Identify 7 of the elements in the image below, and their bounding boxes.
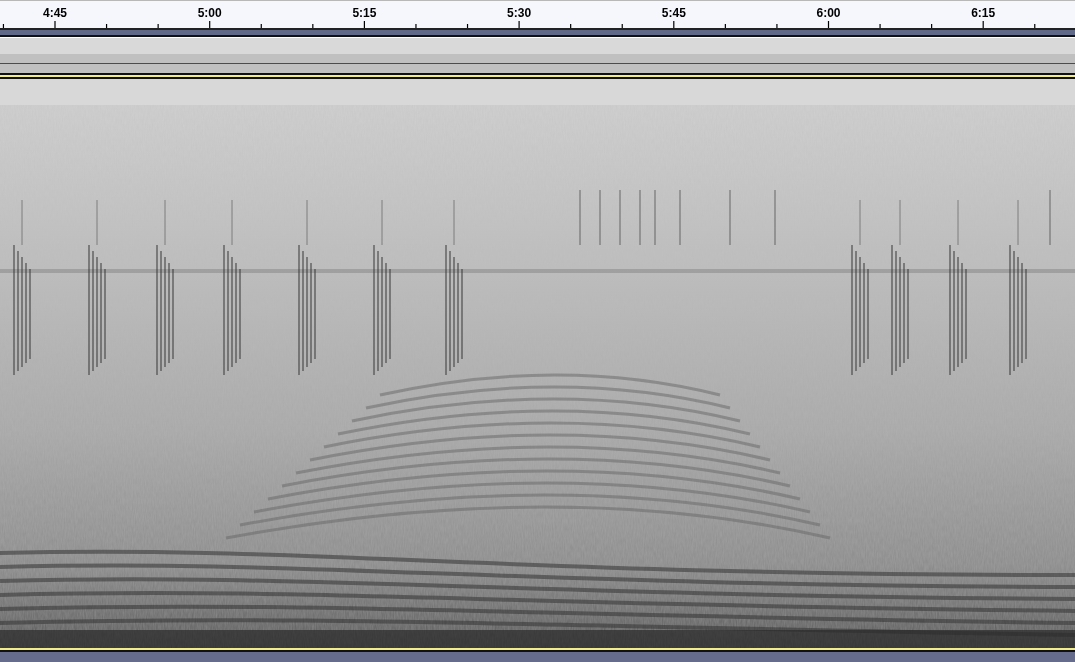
time-label: 5:30 bbox=[507, 6, 532, 20]
time-label: 5:45 bbox=[661, 6, 686, 20]
time-label: 6:15 bbox=[971, 6, 996, 20]
time-label: 6:00 bbox=[816, 6, 841, 20]
time-label: 5:15 bbox=[352, 6, 377, 20]
time-label: 4:45 bbox=[43, 6, 67, 20]
time-label: 5:00 bbox=[197, 6, 222, 20]
